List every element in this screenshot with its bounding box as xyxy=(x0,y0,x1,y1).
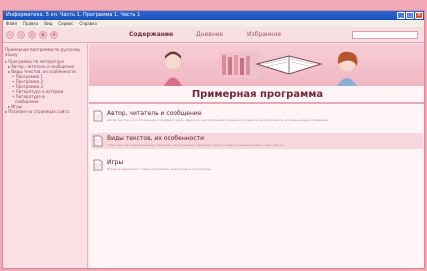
entry-description: Игровые задания по темам программы, викт… xyxy=(107,167,211,171)
back-icon[interactable]: ‹ xyxy=(6,31,14,39)
print-icon[interactable]: ▪ xyxy=(39,31,47,39)
entry-description: Типы текстов: повествование, описание, р… xyxy=(107,143,283,147)
sidebar-header: Примерная программа по русскому языку xyxy=(5,47,81,57)
window-title: Информатика. 5 кл. Часть 1. Программа 1.… xyxy=(6,12,141,18)
title-bar: Информатика. 5 кл. Часть 1. Программа 1.… xyxy=(3,11,424,20)
desktop-frame: Информатика. 5 кл. Часть 1. Программа 1.… xyxy=(0,0,427,271)
menu-view[interactable]: Вид xyxy=(44,20,52,27)
menu-bar: Файл Правка Вид Сервис Справка xyxy=(3,20,424,27)
document-icon xyxy=(93,159,103,171)
home-icon[interactable]: ⌂ xyxy=(28,31,36,39)
search-input[interactable] xyxy=(352,31,418,39)
toolbar: ‹ › ⌂ ▪ ★ Содержание Дневник Избранное xyxy=(3,27,424,43)
header-banner xyxy=(89,44,424,86)
menu-edit[interactable]: Правка xyxy=(23,20,38,27)
banner-illustration xyxy=(164,51,358,86)
close-button[interactable]: × xyxy=(415,12,423,19)
forward-icon[interactable]: › xyxy=(17,31,25,39)
document-icon xyxy=(93,110,103,122)
sidebar: Примерная программа по русскому языку ▸ … xyxy=(3,44,88,268)
tab-contents[interactable]: Содержание xyxy=(129,31,173,39)
entry-title[interactable]: Игры xyxy=(107,159,123,166)
main-content: Примерная программа Автор, читатель и со… xyxy=(89,44,424,268)
document-icon xyxy=(93,135,103,147)
page-title: Примерная программа xyxy=(191,89,324,100)
menu-file[interactable]: Файл xyxy=(6,20,17,27)
maximize-button[interactable]: □ xyxy=(406,12,414,19)
title-divider xyxy=(89,102,424,104)
tab-favorites[interactable]: Избранное xyxy=(247,31,281,39)
entry-title[interactable]: Автор, читатель и сообщение xyxy=(107,110,202,117)
app-window: Информатика. 5 кл. Часть 1. Программа 1.… xyxy=(2,10,425,269)
window-controls: _ □ × xyxy=(397,12,423,19)
bookmark-icon[interactable]: ★ xyxy=(50,31,58,39)
menu-help[interactable]: Справка xyxy=(79,20,97,27)
minimize-button[interactable]: _ xyxy=(397,12,405,19)
entry-description: Автор текста и его отношение к предмету … xyxy=(107,118,329,122)
tab-diary[interactable]: Дневник xyxy=(196,31,223,39)
sidebar-item[interactable]: ▸ Пособие на страницах сайта xyxy=(5,109,85,114)
menu-tools[interactable]: Сервис xyxy=(58,20,73,27)
entry-title[interactable]: Виды текстов, их особенности xyxy=(107,135,204,142)
